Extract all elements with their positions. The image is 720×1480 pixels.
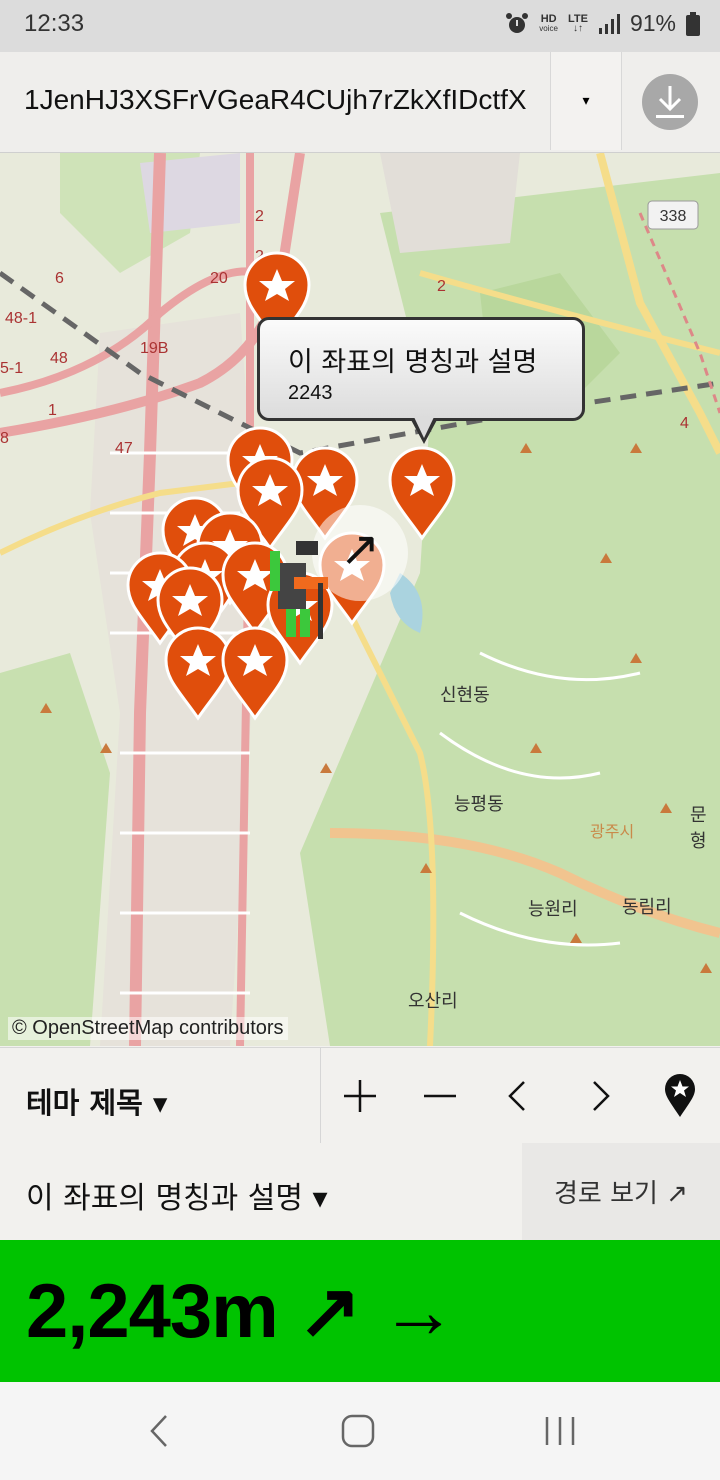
svg-text:5-1: 5-1	[0, 360, 23, 377]
theme-title: 테마 제목 ▾	[26, 1086, 168, 1120]
place-label: 문형	[690, 805, 707, 852]
svg-text:6: 6	[55, 270, 64, 287]
alarm-icon	[506, 12, 529, 33]
battery-icon	[686, 11, 700, 36]
map-id-dropdown-button[interactable]: ▾	[550, 52, 622, 150]
svg-text:2: 2	[437, 278, 446, 295]
signal-icon	[598, 13, 620, 34]
status-bar: 12:33 HD voice LTE ↓↑ 91%	[0, 0, 720, 52]
chevron-left-icon	[508, 1081, 525, 1111]
battery-percent: 91%	[629, 10, 676, 36]
place-label: 광주시	[590, 822, 635, 841]
place-label: 능평동	[454, 794, 504, 815]
next-button[interactable]	[572, 1068, 628, 1124]
svg-text:48-1: 48-1	[5, 310, 37, 327]
download-icon	[656, 86, 684, 118]
svg-text:47: 47	[115, 440, 133, 457]
minus-icon	[424, 1094, 456, 1098]
nav-recents-button[interactable]	[530, 1406, 590, 1456]
theme-selector[interactable]: 테마 제목 ▾	[0, 1048, 321, 1144]
map-id-bar: 1JenHJ3XSFrVGeaR4CUjh7rZkXfIDctfX ▾	[0, 52, 720, 153]
svg-text:1: 1	[48, 402, 57, 419]
status-time: 12:33	[24, 10, 85, 37]
map-toolbar: 테마 제목 ▾	[0, 1047, 720, 1144]
back-icon	[150, 1415, 167, 1447]
nav-back-button[interactable]	[128, 1406, 188, 1456]
add-marker-button[interactable]	[652, 1068, 708, 1124]
lte-indicator: LTE ↓↑	[567, 12, 588, 34]
download-button[interactable]	[642, 74, 698, 130]
distance-panel: 2,243m ↗ →	[0, 1240, 720, 1382]
route-badge-338: 338	[660, 208, 687, 225]
svg-text:2: 2	[255, 208, 264, 225]
view-route-button[interactable]: 경로 보기 ↗	[522, 1143, 720, 1240]
place-label: 능원리	[528, 899, 578, 920]
hd-voice-indicator: HD voice	[539, 12, 558, 33]
svg-text:4: 4	[680, 415, 689, 432]
popup-title: 이 좌표의 명칭과 설명	[288, 347, 538, 378]
plus-icon	[344, 1080, 376, 1112]
svg-text:8: 8	[0, 430, 9, 447]
place-label: 신현동	[440, 685, 490, 706]
nav-home-button[interactable]	[328, 1406, 388, 1456]
recents-icon	[545, 1417, 575, 1445]
map-attribution[interactable]: © OpenStreetMap contributors	[8, 1017, 288, 1040]
chevron-right-icon	[593, 1081, 610, 1111]
location-info-bar: 이 좌표의 명칭과 설명 ▾ 경로 보기 ↗	[0, 1143, 720, 1240]
place-label: 동림리	[622, 897, 672, 918]
svg-text:20: 20	[210, 270, 228, 287]
zoom-in-button[interactable]	[332, 1068, 388, 1124]
zoom-out-button[interactable]	[412, 1068, 468, 1124]
svg-text:19B: 19B	[140, 340, 168, 357]
svg-text:48: 48	[50, 350, 68, 367]
prev-button[interactable]	[490, 1068, 546, 1124]
marker-star-icon	[665, 1074, 695, 1117]
direction-arrow: ↗	[340, 521, 380, 577]
home-icon	[341, 1414, 375, 1448]
marker-popup[interactable]: 이 좌표의 명칭과 설명 2243	[257, 317, 585, 444]
popup-description: 2243	[288, 382, 333, 404]
distance-readout: 2,243m ↗ →	[26, 1269, 457, 1354]
system-nav-bar	[0, 1382, 720, 1480]
map-view[interactable]: 338 2 2 20 19B 6 48-1 48 5-1 1 47 8 2 4	[0, 153, 720, 1046]
map-id-field[interactable]: 1JenHJ3XSFrVGeaR4CUjh7rZkXfIDctfX	[24, 84, 544, 116]
location-name-selector[interactable]: 이 좌표의 명칭과 설명 ▾	[26, 1173, 328, 1217]
place-label: 오산리	[408, 991, 458, 1012]
map-tiles: 338 2 2 20 19B 6 48-1 48 5-1 1 47 8 2 4	[0, 153, 720, 1046]
